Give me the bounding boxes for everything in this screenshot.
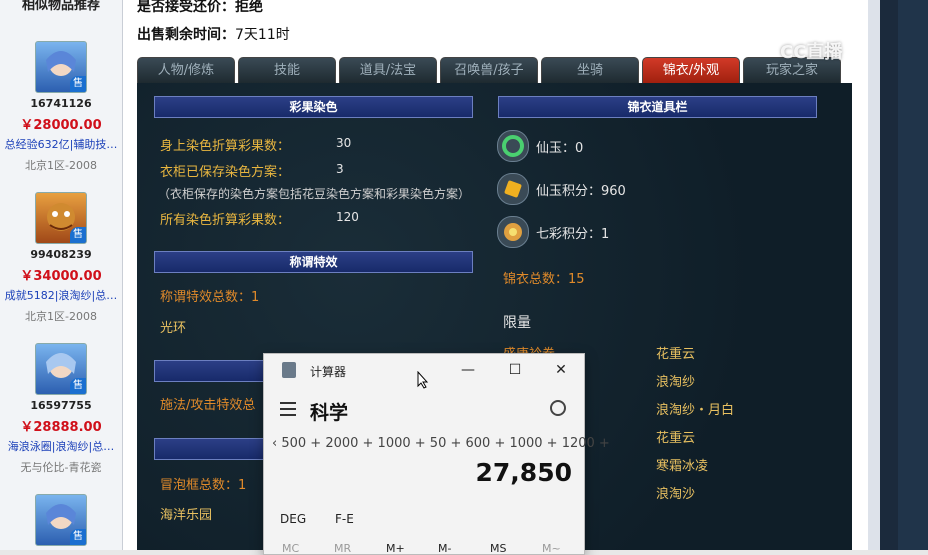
item-desc[interactable]: 总经验632亿|辅助技… (0, 136, 122, 152)
minimize-button[interactable]: — (453, 360, 483, 380)
sidebar-title: 相似物品推荐 (21, 0, 100, 13)
section-header-color: 彩果染色 (154, 96, 473, 118)
bubble-count: 冒泡框总数：1 (160, 478, 247, 493)
outfit-item: 花重云 (656, 431, 696, 446)
memory-recall-button[interactable]: MR (334, 542, 351, 555)
color-note: （衣柜保存的染色方案包括花豆染色方案和彩果染色方案） (158, 187, 471, 201)
item-server: 北京1区-2008 (25, 310, 97, 323)
sell-badge: 售 (70, 378, 86, 394)
color-total-label: 所有染色折算彩果数： (160, 213, 291, 228)
calculator-title: 计算器 (310, 365, 347, 379)
item-price: ￥34000.00 (20, 269, 102, 284)
item-server: 北京1区-2008 (25, 159, 97, 172)
xianyu-value: 仙玉：0 (536, 141, 584, 156)
side-panel (898, 0, 928, 550)
xianyu-points-icon (497, 173, 529, 205)
page-scrollbar[interactable] (868, 0, 880, 550)
memory-add-button[interactable]: M+ (386, 542, 405, 555)
xianyu-icon (497, 130, 529, 162)
rainbow-points-icon (497, 216, 529, 248)
fe-button[interactable]: F-E (335, 512, 354, 526)
outfit-total: 锦衣总数：15 (503, 272, 585, 287)
item-id: 16597755 (30, 399, 92, 412)
item-server: 无与伦比-青花瓷 (20, 461, 102, 474)
time-remaining: 出售剩余时间：7天11时 (137, 24, 290, 44)
mouse-cursor-icon (417, 370, 429, 393)
tab-skills[interactable]: 技能 (238, 57, 336, 83)
stream-watermark: CC直播 (780, 42, 843, 63)
maximize-button[interactable]: ☐ (500, 360, 530, 380)
menu-icon[interactable] (280, 402, 296, 416)
outfit-item: 寒霜冰凌 (656, 459, 709, 474)
cast-effect-count: 施法/攻击特效总 (160, 398, 256, 413)
memory-list-button[interactable]: M~ (542, 542, 561, 555)
item-price: ￥28000.00 (20, 118, 102, 133)
outfit-item: 浪淘沙 (656, 487, 696, 502)
tab-pets[interactable]: 召唤兽/孩子 (440, 57, 538, 83)
character-avatar[interactable]: 售 (35, 41, 87, 93)
tab-items[interactable]: 道具/法宝 (339, 57, 437, 83)
title-effect-item: 光环 (160, 321, 187, 336)
calculator-expression: ‹ 500 + 2000 + 1000 + 50 + 600 + 1000 + … (272, 436, 610, 451)
bargain-info: 是否接受还价：拒绝 (137, 0, 263, 15)
rainbow-points-value: 七彩积分：1 (536, 227, 610, 242)
character-avatar[interactable]: 售 (35, 494, 87, 546)
calculator-mode: 科学 (310, 402, 349, 424)
right-strip (868, 0, 928, 550)
character-avatar[interactable]: 售 (35, 192, 87, 244)
close-button[interactable]: ✕ (546, 360, 576, 380)
color-label: 身上染色折算彩果数： (160, 139, 291, 154)
tab-character[interactable]: 人物/修炼 (137, 57, 235, 83)
xianyu-points-value: 仙玉积分：960 (536, 184, 626, 199)
deg-button[interactable]: DEG (280, 512, 306, 526)
calculator-app-icon (282, 362, 296, 378)
similar-items-sidebar: 相似物品推荐 售 16741126 ￥28000.00 总经验632亿|辅助技…… (0, 0, 123, 550)
item-id: 16741126 (30, 97, 92, 110)
calculator-result: 27,850 (475, 458, 572, 487)
category-tabs: 人物/修炼 技能 道具/法宝 召唤兽/孩子 坐骑 锦衣/外观 玩家之家 (137, 57, 867, 83)
section-header-wardrobe: 锦衣道具栏 (498, 96, 817, 118)
character-avatar[interactable]: 售 (35, 343, 87, 395)
item-id: 99408239 (30, 248, 92, 261)
memory-clear-button[interactable]: MC (282, 542, 299, 555)
limited-label: 限量 (503, 315, 531, 331)
sell-badge: 售 (70, 529, 86, 545)
outfit-item: 浪淘纱・月白 (656, 403, 735, 418)
color-total-value: 120 (336, 210, 359, 224)
tab-mount[interactable]: 坐骑 (541, 57, 639, 83)
item-price: ￥28888.00 (20, 420, 102, 435)
section-header-title: 称谓特效 (154, 251, 473, 273)
color-value: 3 (336, 162, 344, 176)
title-effect-count: 称谓特效总数：1 (160, 290, 260, 305)
outfit-item: 花重云 (656, 347, 696, 362)
item-desc[interactable]: 成就5182|浪淘纱|总… (0, 287, 122, 303)
time-remaining-label: 出售剩余时间： (137, 27, 235, 43)
memory-subtract-button[interactable]: M- (438, 542, 451, 555)
bubble-item: 海洋乐园 (160, 508, 213, 523)
sell-badge: 售 (70, 76, 86, 92)
time-remaining-value: 7天11时 (235, 27, 290, 43)
sell-badge: 售 (70, 227, 86, 243)
color-label: 衣柜已保存染色方案： (160, 165, 291, 180)
outfit-item: 浪淘纱 (656, 375, 696, 390)
color-value: 30 (336, 136, 352, 150)
memory-store-button[interactable]: MS (490, 542, 506, 555)
tab-outfit[interactable]: 锦衣/外观 (642, 57, 740, 83)
item-desc[interactable]: 海浪泳圈|浪淘纱|总… (0, 438, 122, 454)
history-icon[interactable] (550, 400, 566, 416)
